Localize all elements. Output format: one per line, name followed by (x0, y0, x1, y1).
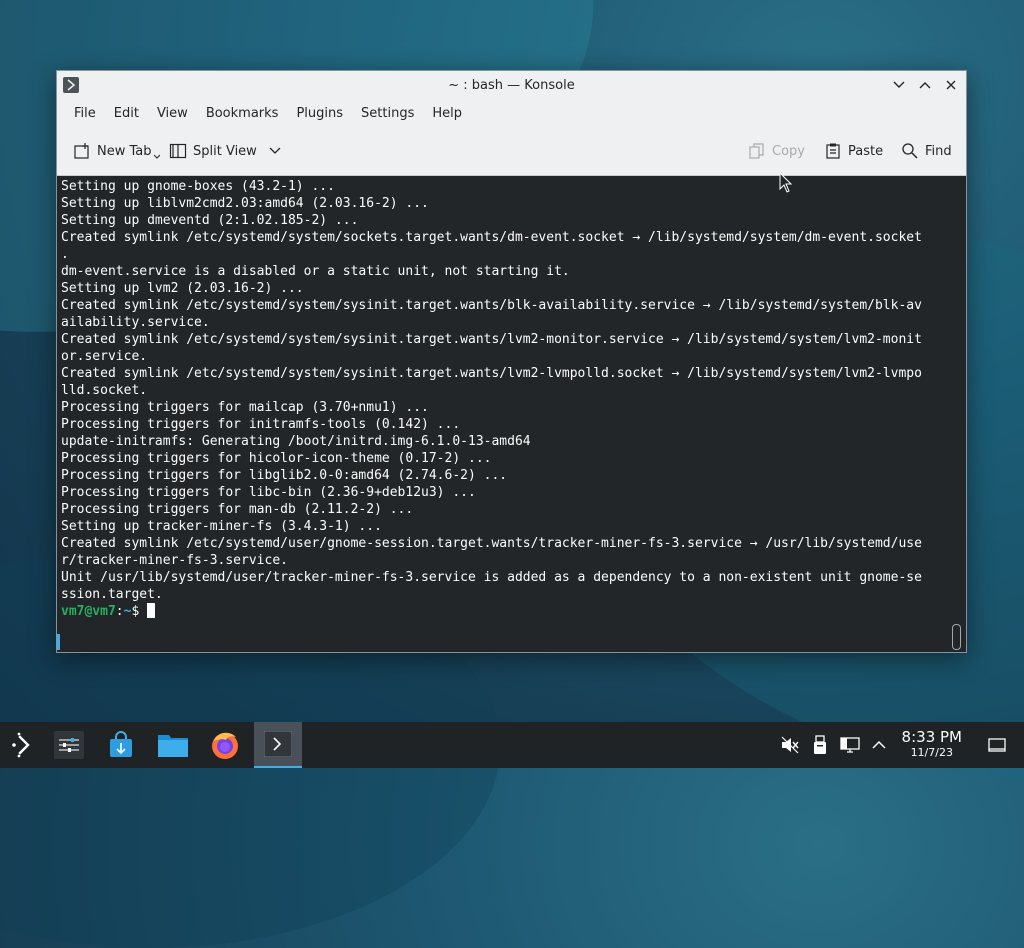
terminal-line: Setting up dmeventd (2:1.02.185-2) ... (61, 213, 359, 228)
show-desktop-button[interactable] (987, 735, 1007, 755)
prompt-separator: : (115, 604, 124, 619)
terminal-line: Created symlink /etc/systemd/system/sock… (61, 230, 922, 245)
chevron-down-icon (893, 81, 905, 88)
konsole-icon (264, 731, 292, 757)
dropdown-arrow-icon (153, 154, 160, 159)
split-view-button[interactable]: Split View (169, 139, 281, 163)
window-title: ~ : bash — Konsole (448, 77, 575, 93)
close-icon (946, 80, 956, 90)
menubar: File Edit View Bookmarks Plugins Setting… (57, 99, 966, 127)
show-desktop-icon (988, 738, 1006, 752)
search-icon (902, 143, 918, 159)
terminal-line: Created symlink /etc/systemd/system/sysi… (61, 332, 922, 347)
menu-bookmarks[interactable]: Bookmarks (199, 102, 286, 125)
terminal-output: Setting up gnome-boxes (43.2-1) ... Setti… (61, 178, 948, 620)
scrollbar[interactable] (952, 624, 961, 650)
terminal-line: update-initramfs: Generating /boot/initr… (61, 434, 531, 449)
terminal-line: Created symlink /etc/systemd/system/sysi… (61, 366, 922, 381)
paste-label: Paste (848, 143, 884, 159)
terminal-line: or.service. (61, 349, 148, 364)
terminal-line: Setting up lvm2 (2.03.16-2) ... (61, 281, 304, 296)
menu-view[interactable]: View (150, 102, 195, 125)
konsole-window: ~ : bash — Konsole File Edit View Bookma… (56, 70, 967, 653)
menu-edit[interactable]: Edit (107, 102, 146, 125)
digital-clock[interactable]: 8:33 PM 11/7/23 (902, 729, 962, 760)
find-label: Find (925, 143, 952, 159)
terminal-prompt: vm7@vm7:~$ (61, 603, 948, 620)
find-button[interactable]: Find (901, 139, 952, 163)
menu-plugins[interactable]: Plugins (289, 102, 350, 125)
terminal-line: Processing triggers for libglib2.0-0:amd… (61, 468, 508, 483)
minimize-button[interactable] (890, 75, 908, 95)
terminal-line: Unit /usr/lib/systemd/user/tracker-miner… (61, 570, 922, 585)
terminal-line: Created symlink /etc/systemd/system/sysi… (61, 298, 922, 313)
prompt-symbol: $ (131, 604, 148, 619)
close-button[interactable] (942, 75, 960, 95)
store-bag-icon (110, 731, 132, 757)
new-tab-icon (74, 143, 89, 159)
terminal-line: Processing triggers for initramfs-tools … (61, 417, 461, 432)
terminal-line: ailability.service. (61, 315, 210, 330)
scroll-marker (57, 634, 60, 650)
firefox-icon (212, 732, 238, 759)
taskbar-discover[interactable] (98, 722, 144, 768)
titlebar[interactable]: ~ : bash — Konsole (57, 71, 966, 99)
terminal-line: Setting up tracker-miner-fs (3.4.3-1) ..… (61, 519, 382, 534)
copy-icon (749, 143, 764, 159)
terminal-line: Processing triggers for mailcap (3.70+nm… (61, 400, 429, 415)
usb-device-icon[interactable] (810, 735, 830, 755)
new-tab-label: New Tab (97, 143, 152, 159)
network-wired-icon[interactable] (840, 735, 860, 755)
chevron-down-icon (269, 147, 281, 154)
terminal-view[interactable]: Setting up gnome-boxes (43.2-1) ... Setti… (57, 176, 966, 652)
menu-settings[interactable]: Settings (354, 102, 421, 125)
taskbar-dolphin[interactable] (150, 722, 196, 768)
terminal-line: dm-event.service is a disabled or a stat… (61, 264, 570, 279)
konsole-app-icon[interactable] (63, 77, 79, 93)
paste-icon (826, 143, 840, 159)
copy-label: Copy (772, 143, 805, 159)
settings-sliders-icon (54, 731, 84, 759)
terminal-line: Created symlink /etc/systemd/user/gnome-… (61, 536, 922, 551)
terminal-line: Setting up gnome-boxes (43.2-1) ... (61, 179, 335, 194)
terminal-line: . (61, 247, 69, 262)
terminal-line: ssion.target. (61, 587, 163, 602)
copy-button[interactable]: Copy (748, 139, 805, 163)
terminal-line: Processing triggers for man-db (2.11.2-2… (61, 502, 414, 517)
terminal-line: r/tracker-miner-fs-3.service. (61, 553, 288, 568)
folder-icon (158, 735, 188, 757)
text-cursor (147, 603, 156, 618)
split-view-icon (169, 143, 187, 159)
clock-time: 8:33 PM (901, 728, 962, 746)
clock-date: 11/7/23 (910, 746, 953, 759)
terminal-line: Processing triggers for hicolor-icon-the… (61, 451, 492, 466)
chevron-up-icon[interactable] (869, 735, 889, 755)
terminal-line: Setting up liblvm2cmd2.03:amd64 (2.03.16… (61, 196, 429, 211)
chevron-up-icon (919, 82, 931, 89)
volume-muted-icon[interactable] (780, 735, 800, 755)
taskbar-system-settings[interactable] (46, 722, 92, 768)
launcher-icon (12, 732, 30, 758)
menu-file[interactable]: File (67, 102, 103, 125)
toolbar: New Tab Split View Copy Paste Find (57, 127, 966, 176)
prompt-user: vm7@vm7 (61, 604, 116, 619)
taskbar-firefox[interactable] (202, 722, 248, 768)
mouse-pointer-icon (779, 172, 793, 193)
split-view-label: Split View (193, 143, 257, 159)
menu-help[interactable]: Help (425, 102, 469, 125)
application-launcher[interactable] (0, 722, 46, 768)
terminal-line: Processing triggers for libc-bin (2.36-9… (61, 485, 476, 500)
terminal-line: lld.socket. (61, 383, 148, 398)
taskbar: 8:33 PM 11/7/23 (0, 722, 1024, 768)
new-tab-button[interactable]: New Tab (73, 139, 160, 163)
taskbar-konsole[interactable] (254, 722, 302, 768)
paste-button[interactable]: Paste (824, 139, 883, 163)
maximize-button[interactable] (916, 75, 934, 95)
